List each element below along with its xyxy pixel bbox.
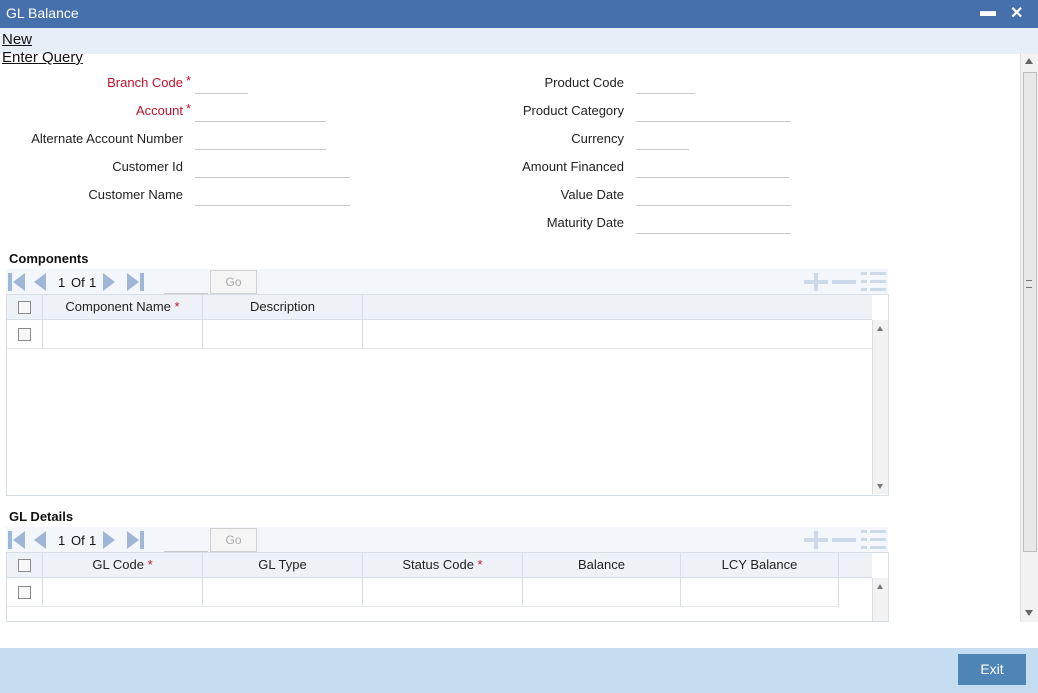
description-cell[interactable] xyxy=(203,320,363,349)
lcy-balance-cell[interactable] xyxy=(681,578,839,607)
single-view-icon[interactable] xyxy=(861,530,886,550)
alternate-account-number-label: Alternate Account Number xyxy=(31,131,183,146)
delete-row-icon[interactable] xyxy=(832,280,856,284)
footer-bar xyxy=(0,648,1038,693)
currency-label: Currency xyxy=(571,131,624,146)
enter-query-link[interactable]: Enter Query xyxy=(2,49,83,66)
last-page-icon[interactable] xyxy=(127,531,149,549)
single-view-icon[interactable] xyxy=(861,272,886,292)
component-name-cell[interactable] xyxy=(43,320,203,349)
column-header-gl-type[interactable]: GL Type xyxy=(203,553,363,577)
scroll-down-icon[interactable] xyxy=(1025,610,1033,616)
required-marker: * xyxy=(186,73,192,88)
balance-cell[interactable] xyxy=(523,578,681,607)
previous-page-icon[interactable] xyxy=(34,273,46,291)
page-of-label: Of xyxy=(71,533,85,548)
gl-details-grid-scrollbar[interactable] xyxy=(872,578,888,621)
value-date-label: Value Date xyxy=(560,187,624,202)
account-label: Account xyxy=(136,103,183,118)
column-header-balance[interactable]: Balance xyxy=(523,553,681,577)
required-marker: * xyxy=(186,101,192,116)
gl-code-cell[interactable] xyxy=(43,578,203,607)
column-header-description[interactable]: Description xyxy=(203,295,363,319)
scroll-up-icon[interactable] xyxy=(877,584,883,589)
menu-bar xyxy=(0,28,1038,54)
scroll-up-icon[interactable] xyxy=(877,326,883,331)
components-go-button[interactable]: Go xyxy=(210,270,257,294)
components-section-title: Components xyxy=(9,251,89,266)
currency-input[interactable] xyxy=(636,127,689,150)
maturity-date-input[interactable] xyxy=(636,211,791,234)
product-code-label: Product Code xyxy=(544,75,625,90)
add-row-icon[interactable] xyxy=(804,273,828,291)
minimize-icon[interactable]: ▬ xyxy=(980,3,996,21)
gl-details-grid: GL Code * GL Type Status Code * Balance … xyxy=(6,552,889,622)
product-category-input[interactable] xyxy=(636,99,791,122)
exit-button[interactable]: Exit xyxy=(958,654,1026,685)
product-category-label: Product Category xyxy=(522,103,624,118)
row-checkbox[interactable] xyxy=(18,328,31,341)
page-current: 1 xyxy=(58,533,66,548)
scroll-thumb[interactable] xyxy=(1023,72,1037,552)
row-checkbox[interactable] xyxy=(18,586,31,599)
row-filler xyxy=(363,320,872,349)
branch-code-label: Branch Code xyxy=(107,75,183,90)
status-code-cell[interactable] xyxy=(363,578,523,607)
page-total: 1 xyxy=(89,275,97,290)
first-page-icon[interactable] xyxy=(8,531,30,549)
column-header-status-code[interactable]: Status Code * xyxy=(363,553,523,577)
branch-code-input[interactable] xyxy=(195,71,248,94)
last-page-icon[interactable] xyxy=(127,273,149,291)
table-row xyxy=(7,578,872,607)
maturity-date-label: Maturity Date xyxy=(546,215,624,230)
page-of-label: Of xyxy=(71,275,85,290)
add-row-icon[interactable] xyxy=(804,531,828,549)
product-code-input[interactable] xyxy=(636,71,695,94)
close-icon[interactable]: ✕ xyxy=(1010,3,1023,23)
components-grid: Component Name * Description xyxy=(6,294,889,496)
gl-details-page-input[interactable] xyxy=(164,529,208,552)
select-all-checkbox[interactable] xyxy=(18,559,31,572)
components-page-input[interactable] xyxy=(164,271,208,294)
delete-row-icon[interactable] xyxy=(832,538,856,542)
window-title: GL Balance xyxy=(6,5,79,21)
amount-financed-label: Amount Financed xyxy=(522,159,624,174)
gl-details-go-button[interactable]: Go xyxy=(210,528,257,552)
customer-id-input[interactable] xyxy=(195,155,350,178)
gl-type-cell[interactable] xyxy=(203,578,363,607)
amount-financed-input[interactable] xyxy=(636,155,789,178)
gl-details-grid-header: GL Code * GL Type Status Code * Balance … xyxy=(7,553,872,578)
customer-name-label: Customer Name xyxy=(88,187,183,202)
components-grid-scrollbar[interactable] xyxy=(872,320,888,494)
next-page-icon[interactable] xyxy=(103,273,115,291)
scroll-up-icon[interactable] xyxy=(1025,58,1033,64)
scroll-down-icon[interactable] xyxy=(877,484,883,489)
scroll-grip-icon xyxy=(1026,280,1032,288)
next-page-icon[interactable] xyxy=(103,531,115,549)
main-scrollbar[interactable] xyxy=(1020,54,1038,622)
customer-id-label: Customer Id xyxy=(112,159,183,174)
new-link[interactable]: New xyxy=(2,31,32,48)
value-date-input[interactable] xyxy=(636,183,791,206)
alternate-account-number-input[interactable] xyxy=(195,127,326,150)
page-current: 1 xyxy=(58,275,66,290)
table-row xyxy=(7,320,872,349)
account-input[interactable] xyxy=(195,99,326,122)
gl-details-section-title: GL Details xyxy=(9,509,74,524)
column-header-component-name[interactable]: Component Name * xyxy=(43,295,203,319)
column-header-gl-code[interactable]: GL Code * xyxy=(43,553,203,577)
components-grid-header: Component Name * Description xyxy=(7,295,872,320)
column-header-lcy-balance[interactable]: LCY Balance xyxy=(681,553,839,577)
customer-name-input[interactable] xyxy=(195,183,350,206)
first-page-icon[interactable] xyxy=(8,273,30,291)
select-all-checkbox[interactable] xyxy=(18,301,31,314)
previous-page-icon[interactable] xyxy=(34,531,46,549)
page-total: 1 xyxy=(89,533,97,548)
window-titlebar: GL Balance ▬ ✕ xyxy=(0,0,1038,28)
